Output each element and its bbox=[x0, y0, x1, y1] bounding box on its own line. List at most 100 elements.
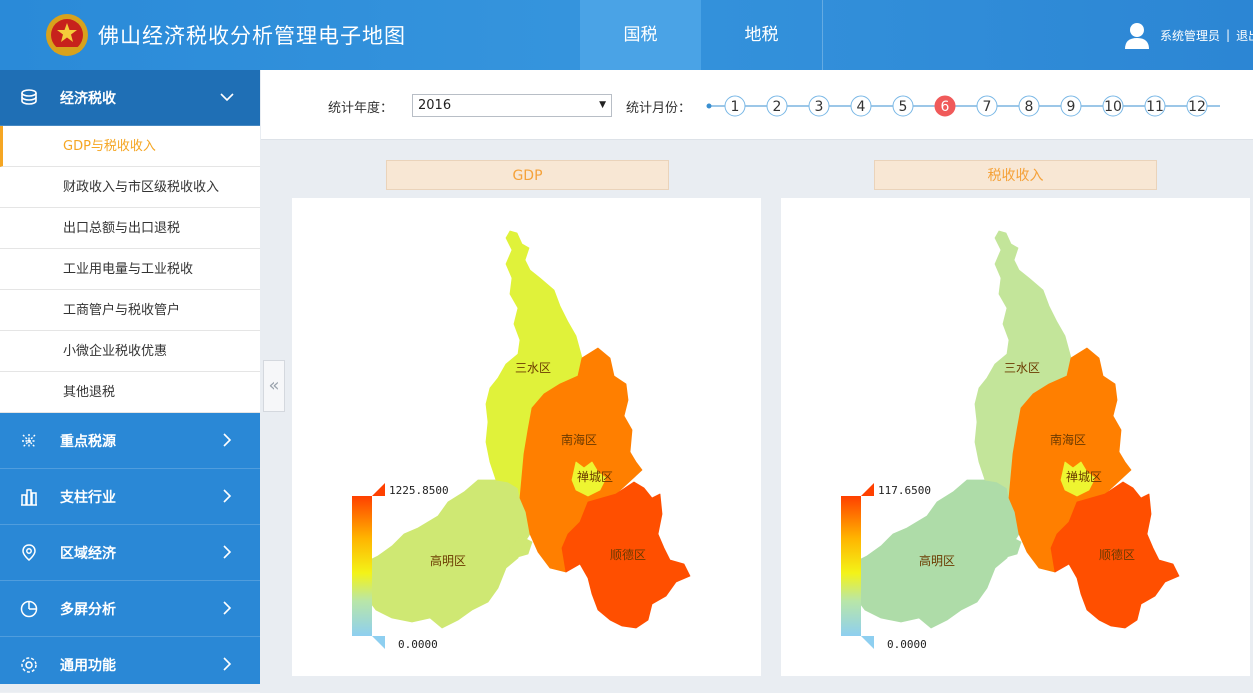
svg-text:4: 4 bbox=[857, 99, 866, 115]
sidebar-item-export-refund[interactable]: 出口总额与出口退税 bbox=[0, 208, 260, 249]
chevron-right-icon bbox=[223, 433, 232, 447]
svg-text:2: 2 bbox=[773, 99, 782, 115]
sidebar-item-business-accounts[interactable]: 工商管户与税收管户 bbox=[0, 290, 260, 331]
svg-text:7: 7 bbox=[983, 99, 992, 115]
location-pin-icon bbox=[22, 544, 36, 561]
district-label-nanhai: 南海区 bbox=[561, 432, 597, 447]
district-label-nanhai: 南海区 bbox=[1050, 432, 1086, 447]
legend-max-label: 1225.8500 bbox=[389, 484, 449, 497]
svg-text:9: 9 bbox=[1067, 99, 1076, 115]
sidebar-group-regional-economy[interactable]: 区域经济 bbox=[0, 525, 260, 581]
district-label-shunde: 顺德区 bbox=[610, 547, 646, 562]
district-label-chancheng: 禅城区 bbox=[1066, 470, 1102, 484]
sidebar-group-label: 通用功能 bbox=[60, 657, 116, 674]
svg-text:12: 12 bbox=[1188, 99, 1206, 115]
month-node-11[interactable]: 11 bbox=[1144, 95, 1166, 117]
sidebar-group-key-tax-sources[interactable]: 重点税源 bbox=[0, 413, 260, 469]
month-node-12[interactable]: 12 bbox=[1186, 95, 1208, 117]
sidebar-group-label: 区域经济 bbox=[60, 545, 116, 562]
chevron-right-icon bbox=[223, 601, 232, 615]
district-label-gaoming: 高明区 bbox=[919, 553, 955, 568]
tax-choropleth-map: 高明区 三水区南海区顺德区 禅城区 117.6500 0.0000 bbox=[841, 230, 1180, 651]
legend-min-handle bbox=[861, 636, 874, 649]
legend-max-handle bbox=[372, 483, 385, 496]
sidebar-group-pillar-industries[interactable]: 支柱行业 bbox=[0, 469, 260, 525]
sidebar-item-small-business[interactable]: 小微企业税收优惠 bbox=[0, 331, 260, 372]
svg-text:11: 11 bbox=[1146, 99, 1164, 115]
tax-emblem-logo bbox=[46, 14, 88, 56]
svg-text:10: 10 bbox=[1104, 99, 1122, 115]
year-label: 统计年度： bbox=[328, 101, 394, 116]
month-timeline: 1 2 3 4 5 6 7 8 9 10 11 12 bbox=[706, 95, 1220, 117]
legend-min-label: 0.0000 bbox=[398, 638, 438, 651]
month-node-3[interactable]: 3 bbox=[808, 95, 830, 117]
sidebar-group-label: 支柱行业 bbox=[60, 489, 116, 506]
gdp-map-panel: 高明区 三水区南海区顺德区 禅城区 1225.8500 0.0000 bbox=[292, 198, 761, 676]
sidebar-item-other-refunds[interactable]: 其他退税 bbox=[0, 372, 260, 413]
legend-max-handle bbox=[861, 483, 874, 496]
month-node-4[interactable]: 4 bbox=[850, 95, 872, 117]
filter-bar: 统计年度： 2016 ▼ 统计月份： 1 2 3 4 5 6 7 8 9 10 11 12 bbox=[261, 70, 1253, 140]
month-node-1[interactable]: 1 bbox=[724, 95, 746, 117]
tab-guoshui[interactable]: 国税 bbox=[580, 0, 701, 70]
legend-min-handle bbox=[372, 636, 385, 649]
top-nav: 国税 地税 bbox=[580, 0, 823, 70]
district-label-gaoming: 高明区 bbox=[430, 553, 466, 568]
legend-max-label: 117.6500 bbox=[878, 484, 931, 497]
chevron-right-icon bbox=[223, 489, 232, 503]
district-label-chancheng: 禅城区 bbox=[577, 470, 613, 484]
chevron-down-icon bbox=[220, 93, 234, 102]
sidebar-group-general-functions[interactable]: 通用功能 bbox=[0, 637, 260, 693]
sidebar-group-multiscreen[interactable]: 多屏分析 bbox=[0, 581, 260, 637]
sidebar-item-fiscal-revenue[interactable]: 财政收入与市区级税收收入 bbox=[0, 167, 260, 208]
gear-icon bbox=[21, 657, 37, 673]
user-area: 系统管理员 | 退出 bbox=[1122, 20, 1253, 50]
coins-icon bbox=[21, 89, 37, 105]
tax-panel-title: 税收收入 bbox=[874, 160, 1157, 190]
user-separator: | bbox=[1226, 28, 1231, 42]
sidebar-group-label: 多屏分析 bbox=[60, 601, 116, 618]
month-node-7[interactable]: 7 bbox=[976, 95, 998, 117]
tab-dishui[interactable]: 地税 bbox=[701, 0, 822, 70]
logout-link[interactable]: 退出 bbox=[1236, 27, 1253, 44]
pie-icon bbox=[20, 600, 38, 618]
app-title: 佛山经济税收分析管理电子地图 bbox=[98, 24, 406, 48]
legend-min-label: 0.0000 bbox=[887, 638, 927, 651]
month-node-9[interactable]: 9 bbox=[1060, 95, 1082, 117]
buildings-icon bbox=[21, 489, 37, 506]
sidebar-group-label: 重点税源 bbox=[60, 433, 116, 450]
svg-text:3: 3 bbox=[815, 99, 824, 115]
collapse-sidebar-button[interactable]: « bbox=[263, 360, 285, 412]
district-label-sanshui: 三水区 bbox=[1004, 361, 1040, 375]
sidebar-item-industrial-power[interactable]: 工业用电量与工业税收 bbox=[0, 249, 260, 290]
chevron-right-icon bbox=[223, 657, 232, 671]
dropdown-arrow-icon: ▼ bbox=[599, 100, 606, 110]
chevron-right-icon bbox=[223, 545, 232, 559]
svg-text:6: 6 bbox=[941, 99, 950, 115]
month-node-6[interactable]: 6 bbox=[934, 95, 956, 117]
svg-text:1: 1 bbox=[731, 99, 740, 115]
month-node-2[interactable]: 2 bbox=[766, 95, 788, 117]
sidebar-item-gdp-tax[interactable]: GDP与税收收入 bbox=[0, 126, 260, 167]
sidebar-group-label: 经济税收 bbox=[60, 90, 116, 107]
scatter-icon bbox=[22, 434, 36, 448]
district-label-sanshui: 三水区 bbox=[515, 361, 551, 375]
tax-map-panel: 高明区 三水区南海区顺德区 禅城区 117.6500 0.0000 bbox=[781, 198, 1250, 676]
timeline-start-dot bbox=[706, 103, 712, 109]
month-label: 统计月份： bbox=[626, 101, 692, 116]
nav-divider bbox=[822, 0, 823, 70]
year-select[interactable]: 2016 ▼ bbox=[412, 94, 612, 117]
year-select-value: 2016 bbox=[418, 98, 452, 113]
sidebar-group-economy-tax[interactable]: 经济税收 bbox=[0, 70, 260, 126]
district-label-shunde: 顺德区 bbox=[1099, 547, 1135, 562]
app-header: 佛山经济税收分析管理电子地图 国税 地税 系统管理员 | 退出 bbox=[0, 0, 1253, 70]
sidebar: 经济税收 GDP与税收收入 财政收入与市区级税收收入 出口总额与出口退税 工业用… bbox=[0, 70, 260, 693]
month-node-10[interactable]: 10 bbox=[1102, 95, 1124, 117]
gdp-choropleth-map: 高明区 三水区南海区顺德区 禅城区 1225.8500 0.0000 bbox=[352, 230, 691, 651]
user-avatar-icon bbox=[1125, 23, 1149, 49]
month-node-5[interactable]: 5 bbox=[892, 95, 914, 117]
month-node-8[interactable]: 8 bbox=[1018, 95, 1040, 117]
sidebar-submenu: GDP与税收收入 财政收入与市区级税收收入 出口总额与出口退税 工业用电量与工业… bbox=[0, 126, 260, 413]
username: 系统管理员 bbox=[1160, 28, 1221, 43]
svg-text:5: 5 bbox=[899, 99, 908, 115]
